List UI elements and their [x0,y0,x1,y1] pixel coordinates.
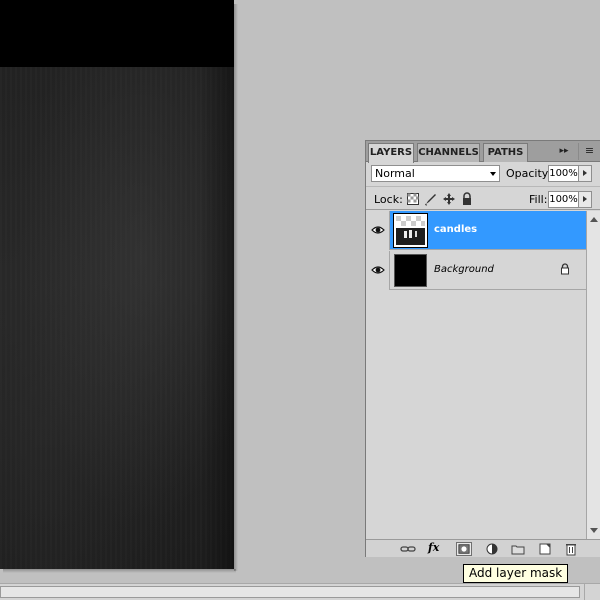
lock-row: Lock: Fill: 100% [366,186,600,210]
layers-scrollbar[interactable] [586,211,600,539]
trash-icon[interactable] [563,542,579,556]
scrollbar-corner [584,583,600,600]
canvas-shadow-bottom [3,569,236,573]
lock-position-icon[interactable] [442,192,456,206]
lock-image-pixels-icon[interactable] [424,192,438,206]
lock-all-icon[interactable] [460,192,474,206]
candles-thumbnail-image [396,216,425,245]
layer-name[interactable]: candles [434,224,477,235]
layer-row-background[interactable]: Background [366,251,586,290]
fill-slider-button[interactable] [579,191,592,208]
folder-icon[interactable] [510,542,526,556]
lock-transparent-pixels-icon[interactable] [406,192,420,206]
layer-thumbnail [394,254,427,287]
eye-icon [371,226,385,234]
add-layer-mask-icon[interactable] [456,542,472,556]
visibility-toggle[interactable] [366,211,390,250]
tab-paths[interactable]: PATHS [483,143,528,162]
tab-channels[interactable]: CHANNELS [417,143,480,162]
tooltip: Add layer mask [463,564,569,583]
fill-label: Fill: [529,193,548,206]
blend-mode-value: Normal [375,167,415,180]
fill-input[interactable]: 100% [548,191,579,208]
eye-icon [371,266,385,274]
lock-icon [561,263,569,275]
horizontal-scrollbar[interactable] [0,583,584,600]
scroll-down-icon[interactable] [590,528,598,533]
canvas-dark-band [0,0,234,67]
opacity-label: Opacity: [506,167,552,180]
adjustment-layer-icon[interactable] [484,542,500,556]
panel-menu-icon[interactable]: ≡ [578,143,600,160]
scroll-up-icon[interactable] [590,217,598,222]
visibility-toggle[interactable] [366,251,390,290]
document-canvas[interactable] [0,0,234,569]
canvas-edge-shade [200,67,234,569]
new-layer-icon[interactable] [537,542,553,556]
opacity-slider-button[interactable] [579,165,592,182]
chevron-down-icon [490,172,496,176]
layer-thumbnail [393,213,428,248]
layer-name[interactable]: Background [434,264,494,275]
blend-mode-select[interactable]: Normal [371,165,500,182]
canvas-shadow-right [234,4,238,571]
layers-bottom-toolbar: fx [366,539,600,557]
opacity-input[interactable]: 100% [548,165,579,182]
lock-label: Lock: [374,193,403,206]
collapse-panel-icon[interactable]: ▸▸ [554,144,574,159]
layer-row-candles[interactable]: candles [366,211,586,250]
link-layers-icon[interactable] [400,542,416,556]
panel-tab-bar: LAYERS CHANNELS PATHS ▸▸ ≡ [366,141,600,163]
scrollbar-thumb[interactable] [0,586,580,598]
layers-panel: LAYERS CHANNELS PATHS ▸▸ ≡ Normal Opacit… [365,140,600,557]
tab-layers[interactable]: LAYERS [368,143,414,163]
layers-list: candles Background [366,211,586,539]
layer-style-fx-icon[interactable]: fx [428,541,444,555]
